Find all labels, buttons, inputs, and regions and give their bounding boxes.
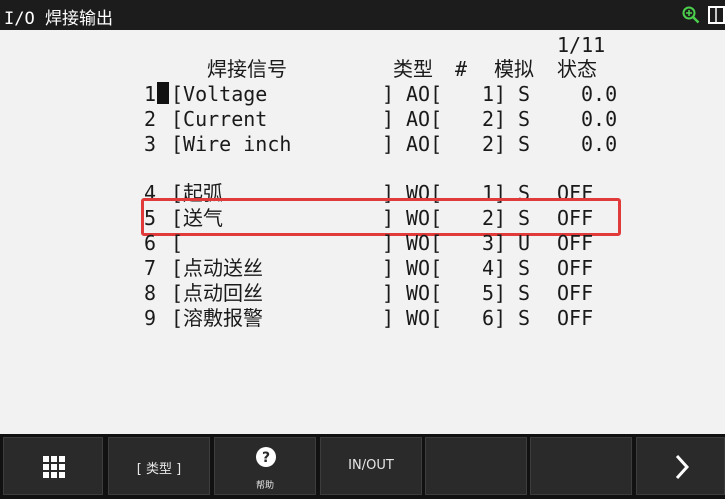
inout-button-label: IN/OUT	[348, 458, 394, 473]
row-index: 6]	[482, 306, 507, 330]
row-signal-name[interactable]: [Wire inch	[171, 132, 291, 156]
menu-button[interactable]	[3, 437, 103, 495]
help-button-label: 帮助	[255, 481, 274, 491]
row-bracket: ]	[382, 256, 395, 280]
row-type: AO[	[406, 107, 443, 131]
row-status[interactable]: OFF	[557, 231, 593, 255]
help-icon: ?	[256, 447, 276, 467]
row-sim[interactable]: S	[518, 256, 530, 280]
softkey-bar: [ 类型 ] ? 帮助 IN/OUT	[0, 434, 725, 499]
col-header-status: 状态	[557, 57, 597, 81]
col-header-hash: #	[455, 57, 468, 81]
row-bracket: ]	[382, 82, 395, 106]
col-header-sim: 模拟	[494, 57, 534, 81]
row-type: WO[	[406, 256, 443, 280]
row-bracket: ]	[382, 132, 395, 156]
svg-text:?: ?	[262, 450, 270, 466]
row-signal-name[interactable]: [溶敷报警	[171, 306, 263, 330]
row-number: 2	[144, 107, 157, 131]
row-sim[interactable]: S	[518, 107, 530, 131]
row-index: 2]	[482, 132, 507, 156]
row-sim[interactable]: S	[518, 132, 530, 156]
title-bar: I/O 焊接输出	[0, 0, 725, 30]
row-bracket: ]	[382, 231, 395, 255]
type-button-label: [ 类型 ]	[136, 462, 182, 477]
row-index: 4]	[482, 256, 507, 280]
row-bracket: ]	[382, 107, 395, 131]
next-page-button[interactable]	[636, 437, 725, 495]
row-type: AO[	[406, 132, 443, 156]
row-index: 1]	[482, 82, 507, 106]
row-type: WO[	[406, 281, 443, 305]
page-indicator: 1/11	[557, 33, 606, 57]
softkey-blank-2[interactable]	[530, 437, 632, 495]
row-sim[interactable]: S	[518, 281, 530, 305]
row-signal-name[interactable]: [点动回丝	[171, 281, 263, 305]
row-signal-name[interactable]: [Voltage	[171, 82, 267, 106]
maximize-icon[interactable]	[708, 6, 725, 24]
highlight-box	[141, 198, 621, 236]
row-bracket: ]	[382, 306, 395, 330]
col-header-signal: 焊接信号	[207, 57, 287, 81]
help-button[interactable]: ? 帮助	[214, 437, 316, 495]
row-status[interactable]: OFF	[557, 281, 593, 305]
row-signal-name[interactable]: [点动送丝	[171, 256, 263, 280]
row-sim[interactable]: S	[518, 306, 530, 330]
chevron-right-icon	[675, 454, 690, 480]
row-sim[interactable]: U	[518, 231, 530, 255]
row-status[interactable]: 0.0	[581, 82, 617, 106]
grid-icon	[43, 456, 65, 478]
row-type: AO[	[406, 82, 443, 106]
row-number: 8	[144, 281, 157, 305]
text-cursor	[157, 82, 169, 104]
row-index: 5]	[482, 281, 507, 305]
softkey-blank-1[interactable]	[425, 437, 527, 495]
row-status[interactable]: OFF	[557, 256, 593, 280]
row-type: WO[	[406, 306, 443, 330]
inout-button[interactable]: IN/OUT	[320, 437, 422, 495]
row-index: 2]	[482, 107, 507, 131]
zoom-icon[interactable]	[682, 6, 700, 24]
row-status[interactable]: OFF	[557, 306, 593, 330]
row-bracket: ]	[382, 281, 395, 305]
row-status[interactable]: 0.0	[581, 107, 617, 131]
row-number: 3	[144, 132, 157, 156]
row-signal-name[interactable]: [Current	[171, 107, 267, 131]
row-number: 6	[144, 231, 157, 255]
row-sim[interactable]: S	[518, 82, 530, 106]
row-index: 3]	[482, 231, 507, 255]
row-number: 9	[144, 306, 157, 330]
row-number: 1	[144, 82, 157, 106]
window-title: I/O 焊接输出	[4, 9, 113, 29]
type-button[interactable]: [ 类型 ]	[108, 437, 210, 495]
row-signal-name[interactable]: [	[171, 231, 183, 255]
col-header-type: 类型	[393, 57, 433, 81]
row-number: 7	[144, 256, 157, 280]
row-type: WO[	[406, 231, 443, 255]
row-status[interactable]: 0.0	[581, 132, 617, 156]
